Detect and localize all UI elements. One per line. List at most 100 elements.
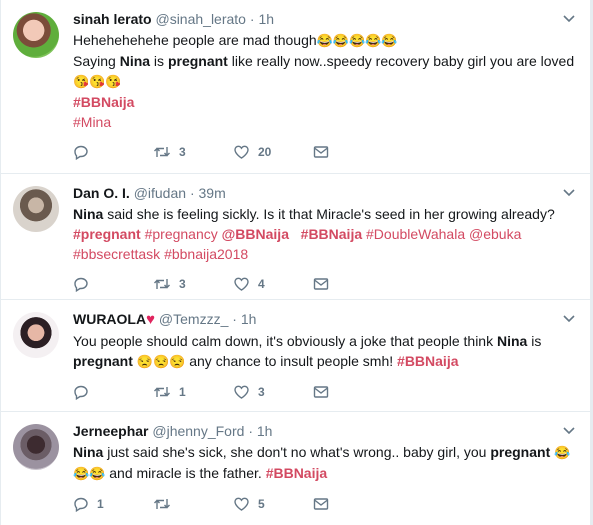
timestamp[interactable]: 39m [199, 185, 226, 201]
like-icon [234, 385, 249, 399]
reply-button[interactable] [73, 276, 153, 292]
avatar[interactable] [13, 312, 59, 358]
emoji: 😒😒😒 [136, 354, 186, 369]
reply-button[interactable] [73, 384, 153, 400]
like-count: 3 [258, 385, 265, 399]
avatar[interactable] [13, 424, 59, 470]
tweet[interactable]: sinah lerato @sinah_lerato · 1h Hehehehe… [1, 0, 590, 174]
retweet-button[interactable]: 3 [153, 276, 233, 292]
emoji: 😂😂 [73, 466, 106, 481]
hashtag-link[interactable]: #pregnant [73, 226, 141, 242]
reply-button[interactable]: 1 [73, 496, 153, 512]
like-icon [234, 277, 249, 291]
timeline: sinah lerato @sinah_lerato · 1h Hehehehe… [0, 0, 591, 525]
retweet-icon [154, 499, 170, 509]
tweet-actions: 3 20 [73, 142, 578, 162]
hashtag-link[interactable]: #BBNaija [301, 226, 362, 242]
like-button[interactable]: 20 [233, 144, 313, 160]
direct-message-button[interactable] [313, 277, 393, 291]
retweet-count: 3 [179, 277, 186, 291]
hashtag-link[interactable]: #DoubleWahala [366, 226, 465, 242]
retweet-button[interactable]: 1 [153, 384, 233, 400]
user-handle[interactable]: @sinah_lerato [155, 11, 246, 27]
timestamp[interactable]: 1h [257, 423, 273, 439]
message-icon [313, 146, 329, 158]
tweet[interactable]: WURAOLA♥ @Temzzz_ · 1h You people should… [1, 300, 590, 412]
hashtag-link[interactable]: #bbsecrettask [73, 246, 160, 262]
heart-emoji: ♥ [146, 311, 156, 328]
chevron-down-icon[interactable] [562, 426, 576, 436]
retweet-count: 1 [179, 385, 186, 399]
direct-message-button[interactable] [313, 385, 393, 399]
like-count: 20 [258, 145, 272, 159]
tweet-actions: 1 5 [73, 494, 578, 514]
user-handle[interactable]: @jhenny_Ford [152, 423, 244, 439]
emoji: 😂 [554, 445, 571, 460]
display-name[interactable]: sinah lerato [73, 11, 152, 27]
mention-link[interactable]: @BBNaija [222, 226, 289, 242]
tweet-text: Hehehehehehe people are mad though😂😂😂😂😂 … [73, 30, 578, 132]
tweet[interactable]: Dan O. I. @ifudan · 39m Nina said she is… [1, 174, 590, 300]
retweet-button[interactable] [153, 496, 233, 512]
display-name[interactable]: Jerneephar [73, 423, 148, 439]
text-segment: and miracle is the father. [105, 465, 266, 481]
tweet-actions: 3 4 [73, 274, 578, 294]
timestamp[interactable]: 1h [258, 11, 274, 27]
direct-message-button[interactable] [313, 497, 393, 511]
like-button[interactable]: 5 [233, 496, 313, 512]
highlight-keyword: Nina [73, 444, 104, 460]
text-segment: is [527, 333, 542, 349]
mention-link[interactable]: @ebuka [469, 226, 521, 242]
avatar[interactable] [13, 12, 59, 58]
retweet-button[interactable]: 3 [153, 144, 233, 160]
reply-icon [74, 277, 88, 292]
text-segment: any chance to insult people smh! [185, 353, 398, 369]
message-icon [313, 278, 329, 290]
reply-icon [74, 385, 88, 400]
reply-count: 1 [97, 497, 104, 511]
retweet-icon [154, 387, 170, 397]
like-button[interactable]: 3 [233, 384, 313, 400]
hashtag-link[interactable]: #BBNaija [73, 94, 134, 110]
avatar[interactable] [13, 186, 59, 232]
highlight-keyword: Nina [497, 333, 528, 349]
chevron-down-icon[interactable] [562, 314, 576, 324]
reply-icon [74, 145, 88, 160]
highlight-keyword: Nina [73, 206, 104, 222]
reply-button[interactable] [73, 144, 153, 160]
timestamp[interactable]: 1h [241, 311, 257, 327]
separator-dot: · [249, 11, 255, 27]
hashtag-link[interactable]: #BBNaija [266, 465, 327, 481]
tweet-text: Nina just said she's sick, she don't no … [73, 442, 578, 484]
retweet-icon [154, 147, 170, 157]
hashtag-link[interactable]: #BBNaija [397, 353, 458, 369]
like-button[interactable]: 4 [233, 276, 313, 292]
separator-dot: · [232, 311, 237, 327]
emoji: 😂😂😂😂😂 [316, 33, 398, 48]
tweet[interactable]: Jerneephar @jhenny_Ford · 1h Nina just s… [1, 412, 590, 525]
text-segment: Hehehehehehe people are mad though [73, 32, 317, 48]
emoji: 😘😘😘 [73, 74, 122, 89]
hashtag-link[interactable]: #bbnaija2018 [164, 246, 248, 262]
text-segment: is [150, 53, 168, 69]
reply-icon [74, 497, 88, 512]
direct-message-button[interactable] [313, 145, 393, 159]
user-handle[interactable]: @Temzzz_ [159, 311, 228, 327]
hashtag-link[interactable]: #pregnancy [145, 226, 218, 242]
text-segment: said she is feeling sickly. Is it that M… [103, 206, 555, 222]
like-count: 4 [258, 277, 265, 291]
display-name[interactable]: Dan O. I. [73, 185, 130, 201]
like-count: 5 [258, 497, 265, 511]
display-name[interactable]: WURAOLA [73, 311, 146, 327]
chevron-down-icon[interactable] [562, 14, 576, 24]
highlight-keyword: pregnant [167, 53, 228, 69]
hashtag-link[interactable]: #Mina [73, 114, 111, 130]
retweet-count: 3 [179, 145, 186, 159]
tweet-header: Dan O. I. @ifudan · 39m [73, 184, 578, 202]
chevron-down-icon[interactable] [562, 188, 576, 198]
like-icon [234, 497, 249, 511]
tweet-header: sinah lerato @sinah_lerato · 1h [73, 10, 578, 28]
tweet-header: Jerneephar @jhenny_Ford · 1h [73, 422, 578, 440]
retweet-icon [154, 279, 170, 289]
user-handle[interactable]: @ifudan [134, 185, 186, 201]
